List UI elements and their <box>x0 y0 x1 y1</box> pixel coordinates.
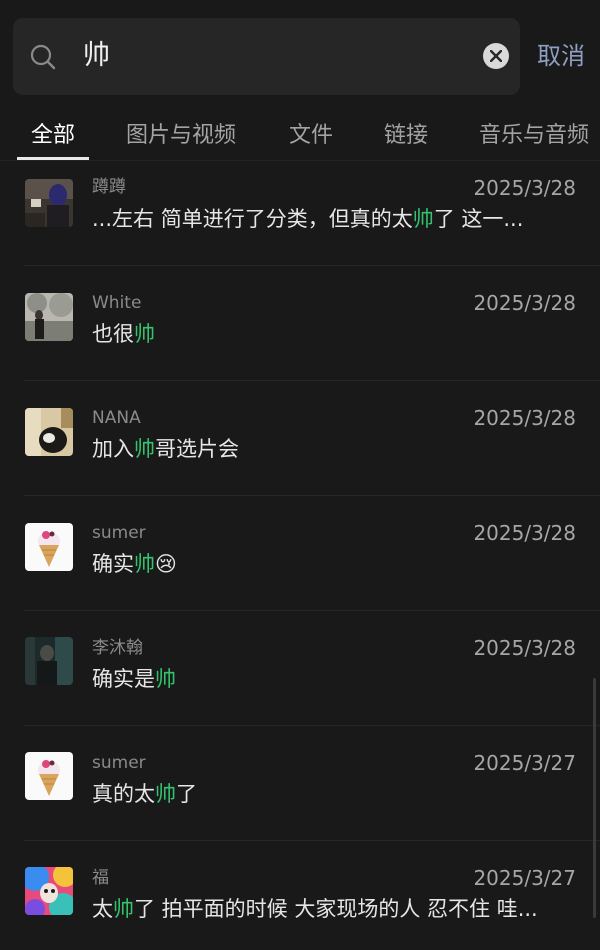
message-snippet: 太帅了 拍平面的时候 大家现场的人 忍不住 哇... <box>92 897 538 921</box>
list-item[interactable]: 李沐翰 2025/3/28 确实是帅 <box>0 611 600 726</box>
avatar <box>25 408 73 456</box>
tab-photos-videos[interactable]: 图片与视频 <box>126 122 236 150</box>
tab-music-audio[interactable]: 音乐与音频 <box>479 122 589 150</box>
list-item[interactable]: sumer 2025/3/27 真的太帅了 <box>0 726 600 841</box>
crying-emoji-icon: 😢 <box>155 552 177 576</box>
message-date: 2025/3/28 <box>473 176 576 200</box>
keyword-highlight: 帅 <box>155 667 176 691</box>
message-date: 2025/3/27 <box>473 866 576 890</box>
sender-name: sumer <box>92 523 146 543</box>
avatar <box>25 752 73 800</box>
message-snippet: 确实帅😢 <box>92 552 177 576</box>
message-snippet: 也很帅 <box>92 322 155 346</box>
sender-name: sumer <box>92 753 146 773</box>
tab-all[interactable]: 全部 <box>31 122 75 150</box>
message-date: 2025/3/28 <box>473 521 576 545</box>
avatar <box>25 867 73 915</box>
list-item[interactable]: NANA 2025/3/28 加入帅哥选片会 <box>0 381 600 496</box>
list-item[interactable]: 蹲蹲 2025/3/28 ...左右 简单进行了分类，但真的太帅了 这一... <box>0 161 600 276</box>
search-icon <box>29 43 57 71</box>
message-date: 2025/3/28 <box>473 406 576 430</box>
list-item[interactable]: White 2025/3/28 也很帅 <box>0 266 600 381</box>
search-input[interactable]: 帅 <box>83 39 110 73</box>
keyword-highlight: 帅 <box>113 897 134 921</box>
keyword-highlight: 帅 <box>134 322 155 346</box>
message-date: 2025/3/28 <box>473 636 576 660</box>
sender-name: 李沐翰 <box>92 638 143 658</box>
tab-links[interactable]: 链接 <box>384 122 428 150</box>
cancel-button[interactable]: 取消 <box>537 40 585 72</box>
avatar <box>25 179 73 227</box>
sender-name: 蹲蹲 <box>92 177 126 197</box>
avatar <box>25 523 73 571</box>
tab-files[interactable]: 文件 <box>289 122 333 150</box>
keyword-highlight: 帅 <box>155 782 176 806</box>
chat-search-screen: 帅 取消 全部 图片与视频 文件 链接 音乐与音频 蹲蹲 2025/3/28 .… <box>0 0 600 950</box>
keyword-highlight: 帅 <box>134 437 155 461</box>
message-date: 2025/3/28 <box>473 291 576 315</box>
sender-name: 福 <box>92 868 109 888</box>
filter-tabs: 全部 图片与视频 文件 链接 音乐与音频 <box>0 112 600 160</box>
message-snippet: 加入帅哥选片会 <box>92 437 239 461</box>
avatar <box>25 637 73 685</box>
message-snippet: ...左右 简单进行了分类，但真的太帅了 这一... <box>92 207 524 231</box>
scrollbar[interactable] <box>593 678 596 918</box>
sender-name: White <box>92 293 142 313</box>
search-bar[interactable]: 帅 <box>13 18 520 95</box>
keyword-highlight: 帅 <box>412 207 434 231</box>
keyword-highlight: 帅 <box>134 552 155 576</box>
sender-name: NANA <box>92 408 141 428</box>
list-item[interactable]: sumer 2025/3/28 确实帅😢 <box>0 496 600 611</box>
avatar <box>25 293 73 341</box>
message-snippet: 确实是帅 <box>92 667 176 691</box>
clear-search-icon[interactable] <box>483 43 509 69</box>
message-snippet: 真的太帅了 <box>92 782 197 806</box>
message-date: 2025/3/27 <box>473 751 576 775</box>
list-item[interactable]: 福 2025/3/27 太帅了 拍平面的时候 大家现场的人 忍不住 哇... <box>0 841 600 950</box>
